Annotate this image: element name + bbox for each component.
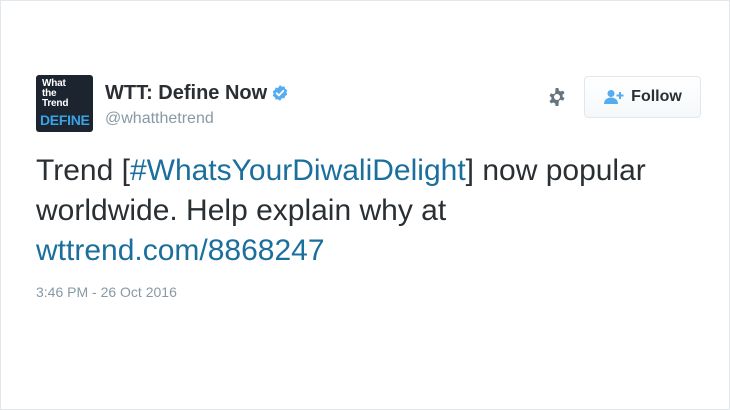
add-user-icon <box>604 90 624 104</box>
tweet-text-prefix: Trend [ <box>36 154 130 187</box>
tweet-timestamp[interactable]: 3:46 PM - 26 Oct 2016 <box>36 283 177 301</box>
tweet-card: What the Trend DEFINE WTT: Define Now @w… <box>0 0 730 410</box>
gear-icon[interactable] <box>545 85 569 109</box>
follow-label: Follow <box>631 88 682 105</box>
hashtag-link[interactable]: #WhatsYourDiwaliDelight <box>130 154 466 187</box>
display-name[interactable]: WTT: Define Now <box>105 81 267 105</box>
verified-badge-icon <box>272 85 288 101</box>
author-handle[interactable]: @whatthetrend <box>105 109 214 129</box>
follow-button[interactable]: Follow <box>584 76 701 118</box>
avatar[interactable]: What the Trend DEFINE <box>36 75 93 132</box>
url-link[interactable]: wttrend.com/8868247 <box>36 234 325 267</box>
author-name-row: WTT: Define Now <box>105 81 289 105</box>
tweet-text: Trend [#WhatsYourDiwaliDelight] now popu… <box>36 151 706 271</box>
avatar-text-define: DEFINE <box>40 112 90 128</box>
avatar-text-line-3: Trend <box>42 98 69 109</box>
